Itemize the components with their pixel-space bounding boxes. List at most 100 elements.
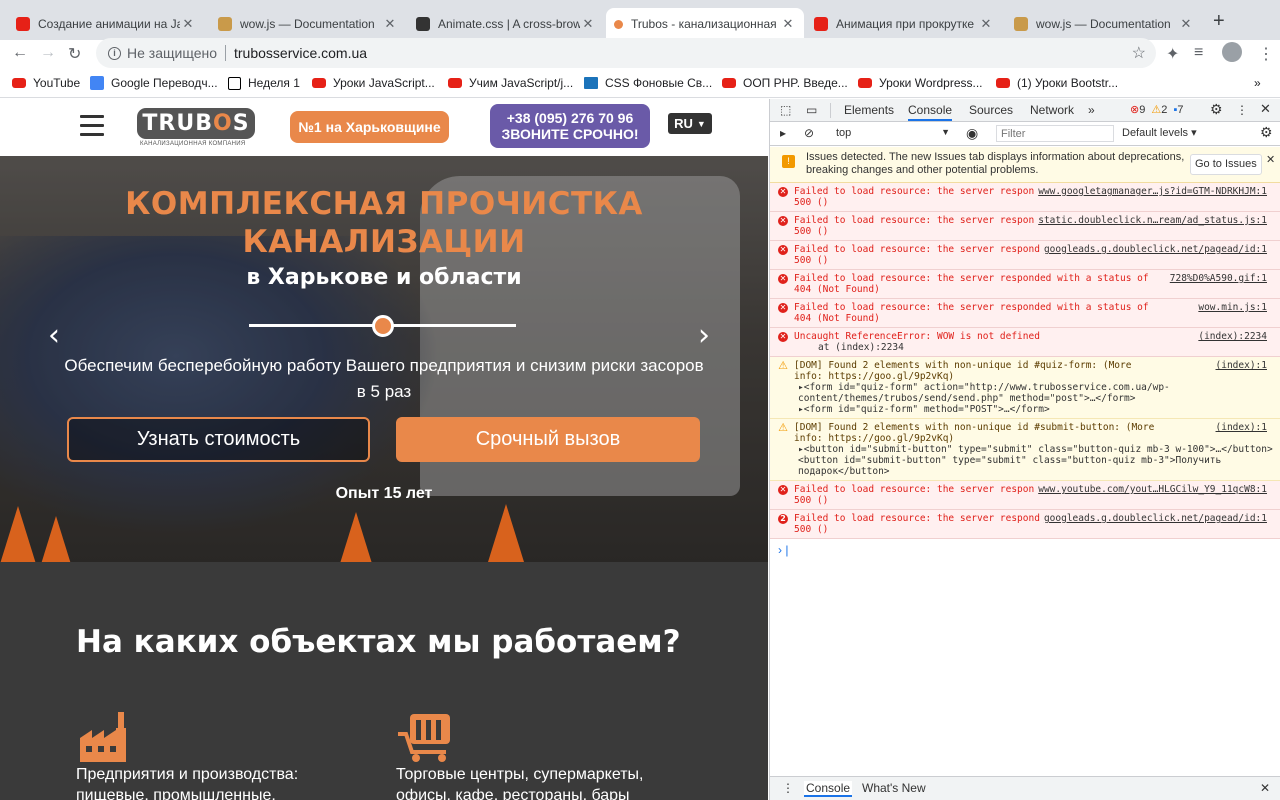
bookmarks-overflow-icon[interactable]: » <box>1254 76 1261 90</box>
info-icon[interactable]: i <box>108 46 121 60</box>
close-tab-icon[interactable]: ✕ <box>1178 16 1194 32</box>
more-tabs-icon[interactable]: » <box>1088 103 1095 117</box>
device-toolbar-icon[interactable]: ▭ <box>806 103 817 117</box>
phone-button[interactable]: +38 (095) 276 70 96 ЗВОНИТЕ СРОЧНО! <box>490 104 650 148</box>
console-message[interactable]: ✕ Uncaught ReferenceError: WOW is not def… <box>770 328 1280 357</box>
profile-avatar[interactable] <box>1222 42 1242 62</box>
levels-dropdown[interactable]: Default levels ▾ <box>1122 126 1197 139</box>
source-link[interactable]: (index):2234 <box>1194 331 1267 342</box>
console-message-text: [DOM] Found 2 elements with non-unique i… <box>794 360 1132 382</box>
source-link[interactable]: static.doubleclick.n…ream/ad_status.js:1 <box>1034 215 1267 226</box>
reload-icon[interactable]: ↻ <box>68 44 81 64</box>
bookmark-item[interactable]: Уроки Wordpress... <box>858 76 983 90</box>
browser-tab[interactable]: wow.js — Documentation ✕ <box>1006 8 1202 40</box>
youtube-icon <box>16 17 30 31</box>
devtools-menu-icon[interactable]: ⋮ <box>1236 103 1248 117</box>
source-link[interactable]: www.googletagmanager…js?id=GTM-NDRKHJM:1 <box>1034 186 1267 197</box>
back-icon[interactable]: ← <box>12 44 28 62</box>
issue-counts[interactable]: ⊗9 ⚠2 ▪7 <box>1130 103 1184 116</box>
drawer-menu-icon[interactable]: ⋮ <box>782 781 794 795</box>
console-message[interactable]: ⚠ [DOM] Found 2 elements with non-unique … <box>770 419 1280 481</box>
close-issue-icon[interactable]: ✕ <box>1266 154 1275 167</box>
security-label[interactable]: Не защищено <box>127 45 217 61</box>
tab-network[interactable]: Network <box>1030 103 1074 117</box>
bookmark-item[interactable]: YouTube <box>12 76 80 90</box>
new-tab-button[interactable]: + <box>1213 10 1225 33</box>
slider-knob[interactable] <box>372 315 394 337</box>
close-tab-icon[interactable]: ✕ <box>180 16 196 32</box>
console-message[interactable]: ⚠ [DOM] Found 2 elements with non-unique … <box>770 357 1280 419</box>
browser-tab[interactable]: Animate.css | A cross-brow ✕ <box>408 8 604 40</box>
source-link[interactable]: (index):1 <box>1211 360 1267 371</box>
site-logo[interactable]: TRUB O S <box>137 108 255 139</box>
bookmark-star-icon[interactable]: ☆ <box>1132 43 1146 63</box>
browser-tab[interactable]: Анимация при прокрутке (✕ <box>806 8 1002 40</box>
context-selector[interactable]: top ▼ <box>830 125 954 142</box>
console-detail-line[interactable]: ▸<form id="quiz-form" action="http://www… <box>794 382 1277 404</box>
price-button[interactable]: Узнать стоимость <box>67 417 370 462</box>
source-link[interactable]: wow.min.js:1 <box>1194 302 1267 313</box>
filter-input[interactable] <box>996 125 1114 142</box>
bookmark-label: Учим JavaScript/j... <box>469 76 574 90</box>
close-tab-icon[interactable]: ✕ <box>978 16 994 32</box>
language-selector[interactable]: RU ▼ <box>668 113 712 134</box>
close-tab-icon[interactable]: ✕ <box>580 16 596 32</box>
tab-console[interactable]: Console <box>908 103 953 121</box>
source-link[interactable]: (index):1 <box>1211 422 1267 433</box>
browser-tab[interactable]: Создание анимации на Jav ✕ <box>8 8 204 40</box>
menu-kebab-icon[interactable]: ⋮ <box>1258 44 1274 64</box>
console-message[interactable]: ✕ Failed to load resource: the server res… <box>770 481 1280 510</box>
drawer-tab-whats-new[interactable]: What's New <box>862 781 926 795</box>
console-detail-line[interactable]: ▸<form id="quiz-form" method="POST">…</f… <box>794 404 1277 415</box>
url-text[interactable]: trubosservice.com.ua <box>234 45 367 61</box>
bookmark-item[interactable]: Google Переводч... <box>90 76 218 90</box>
close-tab-icon[interactable]: ✕ <box>382 16 398 32</box>
source-link[interactable]: googleads.g.doubleclick.net/pagead/id:1 <box>1039 513 1267 524</box>
error-icon: ✕ <box>778 274 788 284</box>
hamburger-menu-icon[interactable] <box>80 115 104 137</box>
bookmark-item[interactable]: Уроки JavaScript... <box>312 76 435 90</box>
forward-icon[interactable]: → <box>40 44 56 62</box>
eye-icon[interactable]: ◉ <box>966 125 978 142</box>
source-link[interactable]: 728%D0%A590.gif:1 <box>1165 273 1267 284</box>
drawer-tab-console[interactable]: Console <box>804 781 853 797</box>
sidebar-toggle-icon[interactable]: ▸ <box>780 126 786 140</box>
prev-slide-icon[interactable]: ‹ <box>48 318 60 353</box>
console-message[interactable]: ✕ Failed to load resource: the server res… <box>770 183 1280 212</box>
source-link[interactable]: googleads.g.doubleclick.net/pagead/id:1 <box>1039 244 1267 255</box>
clear-console-icon[interactable]: ⊘ <box>804 126 814 140</box>
go-to-issues-button[interactable]: Go to Issues <box>1190 154 1262 175</box>
browser-tab[interactable]: wow.js — Documentation ✕ <box>210 8 406 40</box>
inspect-element-icon[interactable]: ⬚ <box>780 103 791 117</box>
console-detail-line[interactable]: <button id="submit-button" type="submit"… <box>794 455 1277 477</box>
browser-tab[interactable]: Trubos - канализационная ✕ <box>606 8 804 40</box>
source-link[interactable]: www.youtube.com/yout…HLGCilw_Y9_11qcW8:1 <box>1034 484 1267 495</box>
console-detail-line[interactable]: at (index):2234 <box>794 342 1277 353</box>
bookmark-item[interactable]: (1) Уроки Bootstr... <box>996 76 1118 90</box>
console-message[interactable]: ✕ Failed to load resource: the server res… <box>770 212 1280 241</box>
close-tab-icon[interactable]: ✕ <box>780 16 796 32</box>
extensions-icon[interactable]: ✦ <box>1166 44 1179 64</box>
phone-cta: ЗВОНИТЕ СРОЧНО! <box>501 126 639 142</box>
console-prompt[interactable]: › | <box>770 539 1280 559</box>
console-settings-icon[interactable]: ⚙ <box>1260 124 1273 141</box>
close-devtools-icon[interactable]: ✕ <box>1260 101 1271 117</box>
console-message[interactable]: 2 Failed to load resource: the server res… <box>770 510 1280 539</box>
urgent-call-button[interactable]: Срочный вызов <box>396 417 700 462</box>
console-message[interactable]: ✕ Failed to load resource: the server res… <box>770 241 1280 270</box>
console-message[interactable]: ✕ Failed to load resource: the server res… <box>770 270 1280 299</box>
traffic-cone-image <box>488 504 524 562</box>
next-slide-icon[interactable]: › <box>698 318 710 353</box>
close-drawer-icon[interactable]: ✕ <box>1260 781 1270 795</box>
bookmark-item[interactable]: Учим JavaScript/j... <box>448 76 573 90</box>
console-message[interactable]: ✕ Failed to load resource: the server res… <box>770 299 1280 328</box>
address-bar[interactable]: i Не защищено trubosservice.com.ua ☆ <box>96 38 1156 68</box>
bookmark-item[interactable]: CSS Фоновые Св... <box>584 76 712 90</box>
tab-elements[interactable]: Elements <box>844 103 894 117</box>
bookmark-item[interactable]: ООП PHP. Введе... <box>722 76 848 90</box>
settings-gear-icon[interactable]: ⚙ <box>1210 101 1223 118</box>
reading-list-icon[interactable]: ≡ <box>1194 44 1203 62</box>
console-detail-line[interactable]: ▸<button id="submit-button" type="submit… <box>794 444 1277 455</box>
bookmark-item[interactable]: Неделя 1 <box>228 76 300 90</box>
tab-sources[interactable]: Sources <box>969 103 1013 117</box>
